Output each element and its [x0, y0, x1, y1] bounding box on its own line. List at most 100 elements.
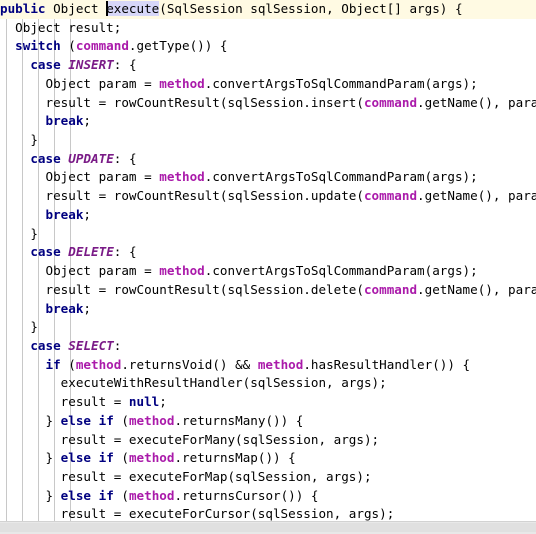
- code-line[interactable]: } else if (method.returnsCursor()) {: [0, 487, 536, 506]
- keyword-token: null: [128, 394, 160, 410]
- code-token: Object result;: [15, 19, 122, 35]
- code-line[interactable]: break;: [0, 206, 536, 225]
- horizontal-scrollbar-thumb[interactable]: [0, 523, 536, 532]
- field-token: method: [75, 356, 122, 372]
- code-line[interactable]: if (method.returnsVoid() && method.hasRe…: [0, 356, 536, 375]
- code-line[interactable]: case SELECT:: [0, 337, 536, 356]
- code-token: .returnsCursor()) {: [174, 487, 319, 503]
- code-line[interactable]: case INSERT: {: [0, 56, 536, 75]
- code-token: result = executeForMap(sqlSession, args)…: [60, 468, 372, 484]
- code-token: Object: [53, 1, 99, 16]
- selected-token: execute: [106, 1, 160, 16]
- code-token: : {: [113, 244, 137, 260]
- horizontal-scrollbar[interactable]: [0, 521, 536, 534]
- keyword-token: switch: [15, 38, 61, 54]
- code-token: ;: [83, 206, 92, 222]
- code-token: .getName(),: [417, 94, 509, 110]
- field-token: method: [257, 356, 304, 372]
- code-token: result = rowCountResult(sqlSession.delet…: [45, 281, 364, 297]
- code-line[interactable]: }: [0, 225, 536, 244]
- code-token: }: [45, 487, 61, 503]
- code-line[interactable]: Object param = method.convertArgsToSqlCo…: [0, 168, 536, 187]
- code-token: : {: [113, 150, 137, 166]
- field-token: method: [159, 169, 205, 185]
- code-line[interactable]: result = executeForMap(sqlSession, args)…: [0, 468, 536, 487]
- code-token: (: [113, 412, 129, 428]
- keyword-token: if: [98, 487, 114, 503]
- keyword-token: else: [60, 412, 92, 428]
- code-line[interactable]: break;: [0, 112, 536, 131]
- code-token: .hasResultHandler()) {: [303, 356, 471, 372]
- code-line[interactable]: result = null;: [0, 393, 536, 412]
- code-line[interactable]: Object result;: [0, 19, 536, 38]
- field-token: method: [159, 263, 205, 279]
- code-token: param: [508, 94, 536, 110]
- code-line[interactable]: case UPDATE: {: [0, 150, 536, 169]
- keyword-token: if: [98, 412, 114, 428]
- code-token: result =: [60, 394, 129, 410]
- code-token: .getType()) {: [128, 38, 228, 54]
- enum-constant-token: INSERT: [68, 57, 114, 73]
- code-token: }: [30, 319, 38, 335]
- keyword-token: else: [60, 487, 92, 503]
- field-token: command: [363, 94, 418, 110]
- field-token: method: [159, 75, 205, 91]
- code-line[interactable]: result = rowCountResult(sqlSession.inser…: [0, 94, 536, 113]
- field-token: command: [363, 188, 418, 204]
- code-line[interactable]: case DELETE: {: [0, 243, 536, 262]
- enum-constant-token: DELETE: [68, 244, 114, 260]
- keyword-token: if: [45, 356, 61, 372]
- code-line[interactable]: break;: [0, 300, 536, 319]
- code-line[interactable]: executeWithResultHandler(sqlSession, arg…: [0, 374, 536, 393]
- code-line[interactable]: Object param = method.convertArgsToSqlCo…: [0, 262, 536, 281]
- code-line[interactable]: } else if (method.returnsMany()) {: [0, 412, 536, 431]
- code-line[interactable]: Object param = method.convertArgsToSqlCo…: [0, 75, 536, 94]
- code-line[interactable]: switch (command.getType()) {: [0, 37, 536, 56]
- code-token: }: [30, 132, 38, 148]
- code-token: .convertArgsToSqlCommandParam(args);: [204, 169, 478, 185]
- code-line[interactable]: } else if (method.returnsMap()) {: [0, 449, 536, 468]
- code-token: }: [45, 450, 61, 466]
- keyword-token: if: [98, 450, 114, 466]
- code-editor[interactable]: public Object execute(SqlSession sqlSess…: [0, 0, 536, 534]
- code-token: }: [45, 412, 61, 428]
- code-line[interactable]: result = executeForMany(sqlSession, args…: [0, 431, 536, 450]
- code-token: Object param =: [45, 263, 160, 279]
- keyword-token: break: [45, 206, 84, 222]
- code-line[interactable]: public Object execute(SqlSession sqlSess…: [0, 0, 536, 19]
- code-line[interactable]: result = rowCountResult(sqlSession.updat…: [0, 187, 536, 206]
- code-token: ;: [83, 113, 92, 129]
- keyword-token: public: [0, 1, 46, 16]
- field-token: method: [128, 450, 175, 466]
- code-token: result = rowCountResult(sqlSession.inser…: [45, 94, 364, 110]
- code-token: result = rowCountResult(sqlSession.updat…: [45, 188, 364, 204]
- code-content[interactable]: public Object execute(SqlSession sqlSess…: [0, 0, 536, 534]
- code-line[interactable]: result = rowCountResult(sqlSession.delet…: [0, 281, 536, 300]
- code-line[interactable]: }: [0, 131, 536, 150]
- code-token: param: [508, 281, 536, 297]
- code-line[interactable]: }: [0, 318, 536, 337]
- code-token: (SqlSession sqlSession, Object[] args) {: [159, 1, 463, 16]
